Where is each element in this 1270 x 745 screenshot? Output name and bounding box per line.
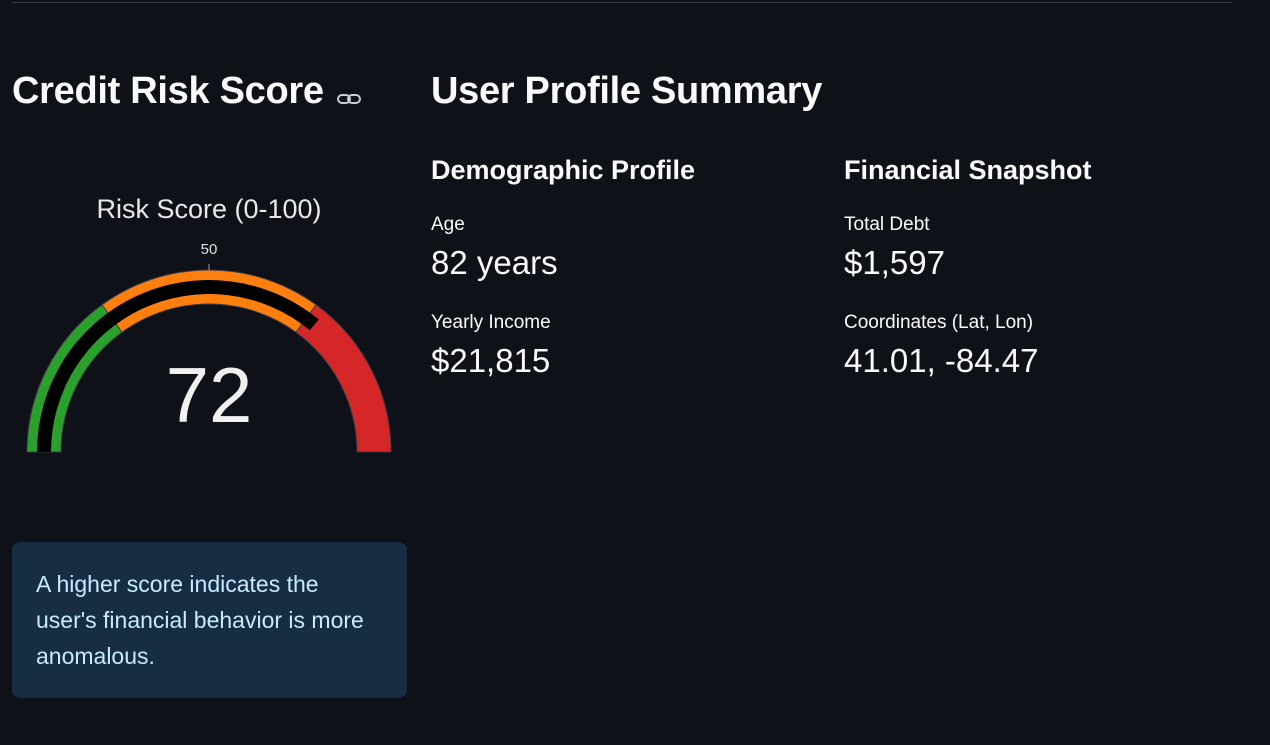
financial-snapshot: Financial Snapshot Total Debt $1,597 Coo… bbox=[844, 150, 1244, 386]
link-icon[interactable] bbox=[336, 79, 362, 105]
age-metric: Age 82 years bbox=[431, 212, 831, 288]
info-box: A higher score indicates the user's fina… bbox=[12, 542, 407, 698]
debt-label: Total Debt bbox=[844, 214, 930, 235]
income-metric: Yearly Income $21,815 bbox=[431, 310, 831, 386]
risk-heading: Credit Risk Score bbox=[12, 70, 362, 113]
gauge-tick-label: 50 bbox=[201, 241, 218, 258]
age-value: 82 years bbox=[431, 244, 558, 281]
age-label: Age bbox=[431, 214, 465, 235]
profile-title: User Profile Summary bbox=[431, 70, 823, 112]
risk-heading-text: Credit Risk Score bbox=[12, 70, 324, 112]
debt-metric: Total Debt $1,597 bbox=[844, 212, 1244, 288]
financial-heading: Financial Snapshot bbox=[844, 155, 1092, 185]
risk-gauge: Risk Score (0-100) 50 72 bbox=[12, 185, 412, 475]
income-value: $21,815 bbox=[431, 342, 551, 379]
debt-value: $1,597 bbox=[844, 244, 945, 281]
page: Credit Risk Score Risk Score (0-100) 50 … bbox=[0, 0, 1270, 745]
coords-label: Coordinates (Lat, Lon) bbox=[844, 312, 1034, 333]
demographic-profile: Demographic Profile Age 82 years Yearly … bbox=[431, 150, 831, 386]
gauge-title: Risk Score (0-100) bbox=[96, 194, 321, 224]
gauge-value: 72 bbox=[166, 351, 253, 439]
coords-metric: Coordinates (Lat, Lon) 41.01, -84.47 bbox=[844, 310, 1244, 386]
income-label: Yearly Income bbox=[431, 312, 551, 333]
info-text: A higher score indicates the user's fina… bbox=[36, 571, 364, 669]
coords-value: 41.01, -84.47 bbox=[844, 342, 1039, 379]
gauge-chart: Risk Score (0-100) 50 72 bbox=[26, 194, 392, 453]
demographic-heading: Demographic Profile bbox=[431, 155, 696, 185]
top-divider bbox=[12, 2, 1232, 3]
